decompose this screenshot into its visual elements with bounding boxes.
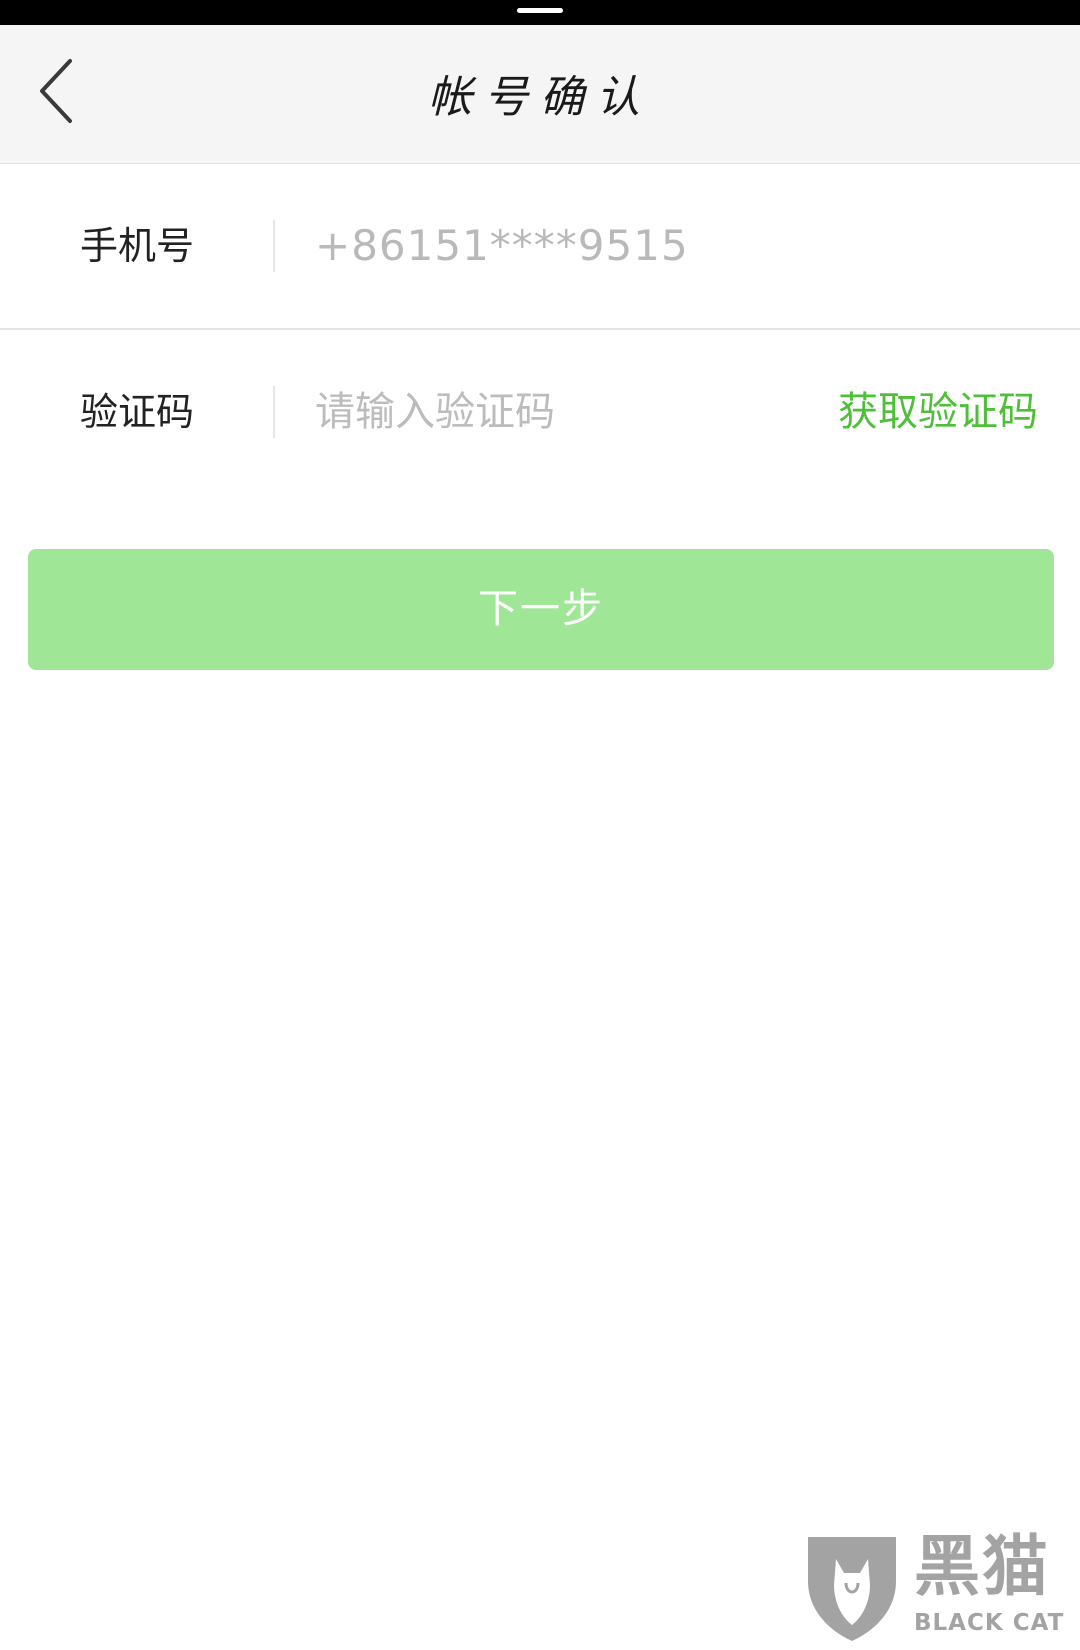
verification-code-input[interactable] bbox=[315, 380, 775, 444]
black-cat-shield-logo bbox=[808, 1537, 896, 1641]
notch-handle bbox=[517, 8, 563, 13]
navigation-bar: 帐号确认 bbox=[0, 25, 1080, 164]
black-cat-watermark: 黑猫 BLACK CAT bbox=[802, 1529, 1072, 1644]
phone-row: 手机号 +86151****9515 bbox=[0, 164, 1080, 330]
phone-label: 手机号 bbox=[80, 224, 195, 268]
get-verification-code-button[interactable]: 获取验证码 bbox=[838, 386, 1038, 438]
watermark-text-cn: 黑猫 bbox=[914, 1528, 1050, 1605]
next-step-button[interactable]: 下一步 bbox=[28, 549, 1054, 670]
watermark-text-en: BLACK CAT bbox=[914, 1610, 1065, 1636]
verification-code-label: 验证码 bbox=[80, 390, 195, 434]
field-divider bbox=[273, 220, 275, 272]
page-title: 帐号确认 bbox=[428, 72, 652, 123]
account-confirm-screen: 帐号确认 手机号 +86151****9515 验证码 获取验证码 下一步 黑猫… bbox=[0, 0, 1080, 1650]
status-bar bbox=[0, 0, 1080, 25]
verification-code-row: 验证码 获取验证码 bbox=[0, 330, 1080, 494]
phone-number-value: +86151****9515 bbox=[315, 221, 689, 270]
field-divider bbox=[273, 386, 275, 438]
